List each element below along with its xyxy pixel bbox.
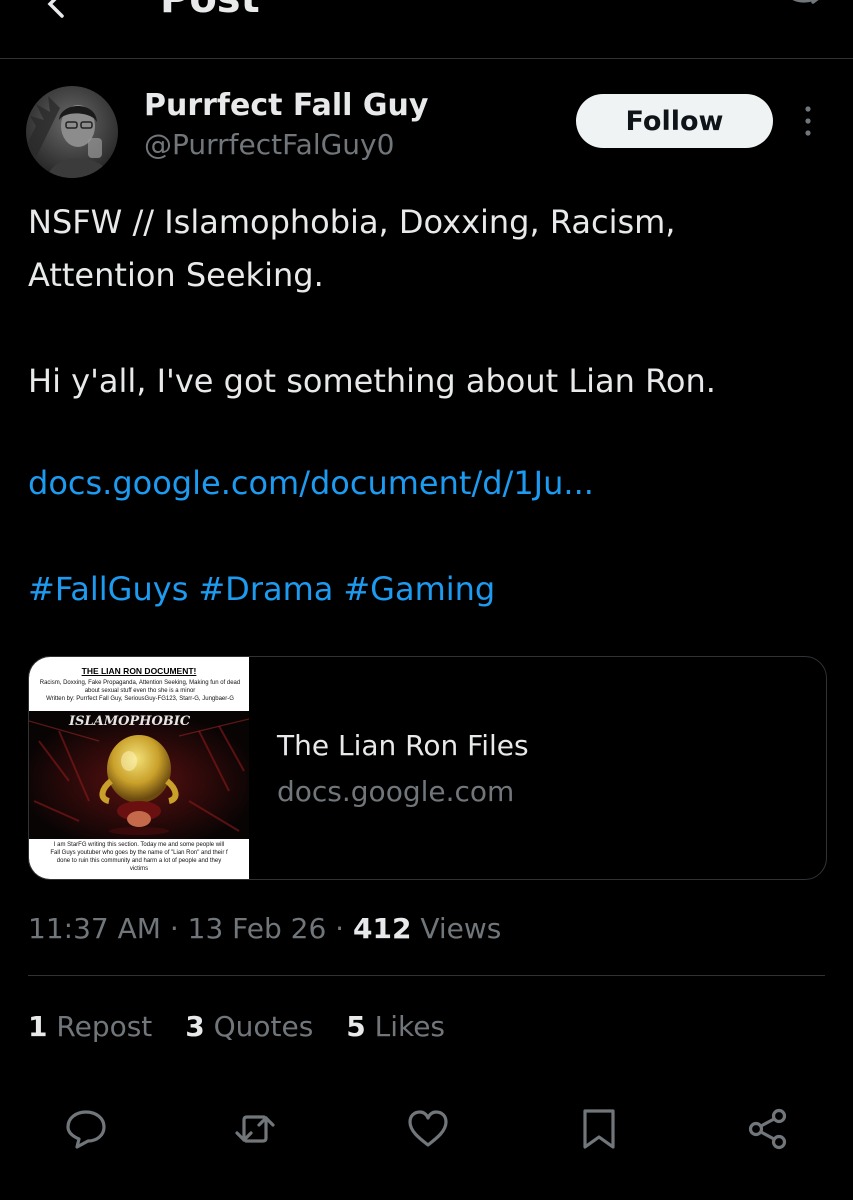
- caption-line: I am StarFG writing this section. Today …: [53, 842, 225, 848]
- post-paragraph: Hi y'all, I've got something about Lian …: [28, 362, 716, 400]
- author-display-name[interactable]: Purrfect Fall Guy: [144, 88, 428, 123]
- thumbnail-image: ISLAMOPHOBIC: [29, 711, 249, 839]
- reposts-stat[interactable]: 1 Repost: [28, 1010, 152, 1043]
- caption-line: victims: [129, 866, 149, 872]
- engagement-stats: 1 Repost 3 Quotes 5 Likes: [28, 1010, 469, 1043]
- likes-count: 5: [346, 1010, 366, 1043]
- hashtags: #FallGuys #Drama #Gaming: [28, 563, 505, 616]
- more-vertical-icon[interactable]: [800, 104, 816, 138]
- header-divider: [0, 58, 853, 59]
- thumbnail-line: about sexual stuff even tho she is a min…: [84, 688, 196, 694]
- back-arrow-icon[interactable]: [40, 0, 76, 24]
- thumbnail-title: THE LIAN RON DOCUMENT!: [81, 666, 197, 676]
- post-time[interactable]: 11:37 AM: [28, 912, 161, 945]
- post-date[interactable]: 13 Feb 26: [188, 912, 327, 945]
- post-timestamp: 11:37 AM · 13 Feb 26 · 412 Views: [28, 912, 501, 945]
- post-text: NSFW // Islamophobia, Doxxing, Racism, A…: [28, 196, 828, 408]
- comment-icon[interactable]: [63, 1106, 109, 1152]
- post-link[interactable]: docs.google.com/document/d/1Ju...: [28, 457, 594, 510]
- hashtag-link[interactable]: #Gaming: [343, 570, 495, 608]
- thumbnail-caption: I am StarFG writing this section. Today …: [29, 841, 249, 873]
- quotes-count: 3: [185, 1010, 205, 1043]
- top-bar: Post: [0, 0, 853, 58]
- thumbnail-line: Racism, Doxxing, Fake Propaganda, Attent…: [39, 680, 241, 686]
- caption-line: done to ruin this community and harm a l…: [56, 858, 222, 864]
- likes-label: Likes: [374, 1010, 446, 1043]
- post-paragraph: NSFW // Islamophobia, Doxxing, Racism, A…: [28, 203, 676, 294]
- quotes-stat[interactable]: 3 Quotes: [185, 1010, 313, 1043]
- reposts-count: 1: [28, 1010, 48, 1043]
- card-thumbnail: THE LIAN RON DOCUMENT! Racism, Doxxing, …: [29, 657, 249, 879]
- meta-separator: ·: [169, 912, 179, 945]
- meta-divider: [28, 975, 825, 976]
- views-label: Views: [420, 912, 502, 945]
- views-count: 412: [352, 912, 412, 945]
- reply-icon[interactable]: [777, 0, 825, 24]
- avatar[interactable]: [26, 86, 118, 178]
- hashtag-link[interactable]: #FallGuys: [28, 570, 188, 608]
- hashtag-link[interactable]: #Drama: [198, 570, 333, 608]
- card-domain: docs.google.com: [277, 775, 515, 808]
- meta-separator: ·: [335, 912, 345, 945]
- page-title: Post: [160, 0, 260, 22]
- heart-icon[interactable]: [405, 1106, 451, 1152]
- reposts-label: Repost: [56, 1010, 153, 1043]
- repost-icon[interactable]: [232, 1106, 278, 1152]
- caption-line: Fall Guys youtuber who goes by the name …: [50, 850, 228, 856]
- thumbnail-banner: ISLAMOPHOBIC: [68, 714, 191, 729]
- quotes-label: Quotes: [213, 1010, 314, 1043]
- card-title: The Lian Ron Files: [277, 729, 529, 762]
- follow-button[interactable]: Follow: [576, 94, 773, 148]
- author-handle[interactable]: @PurrfectFalGuy0: [144, 128, 394, 161]
- likes-stat[interactable]: 5 Likes: [346, 1010, 445, 1043]
- bookmark-icon[interactable]: [576, 1106, 622, 1152]
- thumbnail-description: Racism, Doxxing, Fake Propaganda, Attent…: [31, 679, 249, 703]
- link-preview-card[interactable]: THE LIAN RON DOCUMENT! Racism, Doxxing, …: [28, 656, 827, 880]
- thumbnail-line: Written by: Purrfect Fall Guy, SeriousGu…: [46, 696, 234, 702]
- share-icon[interactable]: [745, 1106, 791, 1152]
